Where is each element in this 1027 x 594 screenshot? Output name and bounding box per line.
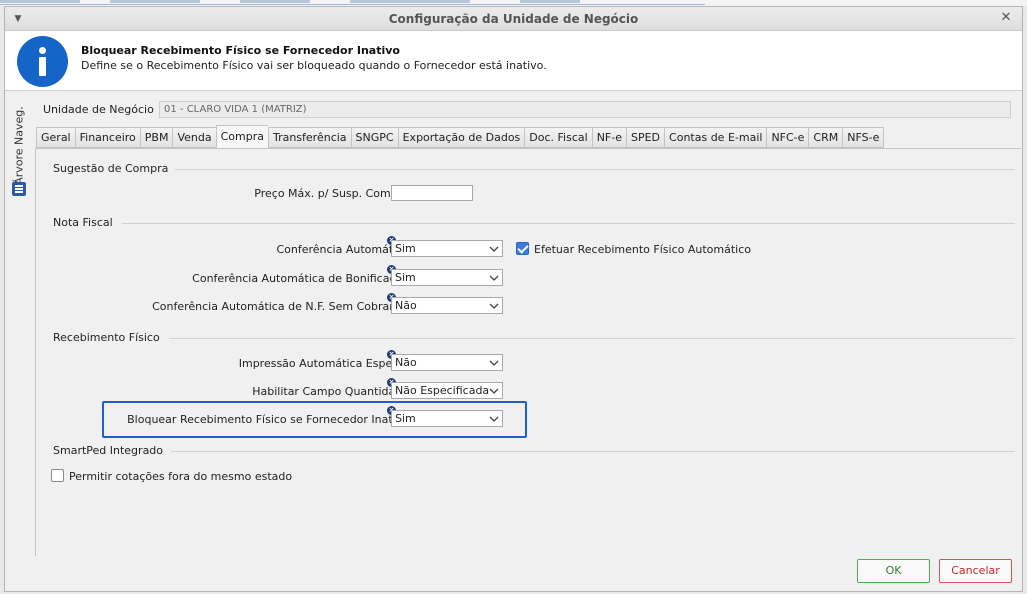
chevron-down-icon [489, 246, 499, 252]
conf-nf-select[interactable]: Não [391, 297, 503, 314]
tab-contas-de-e-mail[interactable]: Contas de E-mail [664, 127, 767, 148]
cancel-button[interactable]: Cancelar [939, 559, 1012, 583]
tab-nfs-e[interactable]: NFS-e [842, 127, 885, 148]
chevron-down-icon [489, 360, 499, 366]
habilitar-select[interactable]: Não Especificada [391, 382, 503, 399]
navigation-tree-label: Árvore Naveg. [12, 106, 26, 185]
title-bar: ▼ Configuração da Unidade de Negócio ✕ [5, 7, 1022, 31]
banner-description: Define se o Recebimento Físico vai ser b… [81, 59, 547, 72]
tab-geral[interactable]: Geral [36, 127, 75, 148]
section-divider [175, 169, 1015, 170]
conf-bonif-value: Sim [395, 271, 416, 284]
tab-bar: Geral Financeiro PBM Venda Compra Transferênc… [36, 125, 885, 148]
tab-nf-e[interactable]: NF-e [591, 127, 626, 148]
bloquear-value: Sim [395, 412, 416, 425]
section-title-nota-fiscal: Nota Fiscal [53, 216, 113, 229]
section-title-smartped: SmartPed Integrado [53, 444, 164, 457]
bloquear-label: Bloquear Recebimento Físico se Fornecedo… [127, 413, 409, 426]
config-dialog: ▼ Configuração da Unidade de Negócio ✕ B… [4, 6, 1023, 592]
business-unit-field: 01 - CLARO VIDA 1 (MATRIZ) [159, 101, 1011, 118]
tab-sped[interactable]: SPED [625, 127, 665, 148]
chevron-down-icon [489, 416, 499, 422]
conf-nf-value: Não [395, 299, 417, 312]
impressao-label: Impressão Automática Espelho [238, 357, 409, 370]
navigation-tree-toggle[interactable]: Árvore Naveg. [9, 97, 29, 207]
close-icon[interactable]: ✕ [998, 10, 1014, 26]
section-divider [171, 451, 1015, 452]
chevron-down-icon [489, 303, 499, 309]
window-title: Configuração da Unidade de Negócio [388, 12, 639, 26]
chevron-down-icon [489, 275, 499, 281]
permitir-checkbox[interactable] [51, 469, 64, 482]
habilitar-value: Não Especificada [395, 384, 490, 397]
tab-transferencia[interactable]: Transferência [267, 127, 351, 148]
bloquear-select[interactable]: Sim [391, 410, 503, 427]
tab-sngpc[interactable]: SNGPC [350, 127, 398, 148]
conf-auto-value: Sim [395, 242, 416, 255]
habilitar-label: Habilitar Campo Quantidade [252, 385, 409, 398]
impressao-select[interactable]: Não [391, 354, 503, 371]
ok-button[interactable]: OK [857, 559, 930, 583]
info-banner: Bloquear Recebimento Físico se Fornecedo… [5, 31, 1022, 91]
business-unit-label: Unidade de Negócio [43, 103, 154, 116]
efetuar-label: Efetuar Recebimento Físico Automático [534, 243, 751, 256]
preco-max-input[interactable] [391, 185, 473, 201]
section-divider [122, 223, 1015, 224]
section-title-sugestao: Sugestão de Compra [53, 162, 169, 175]
conf-nf-label: Conferência Automática de N.F. Sem Cobra… [152, 300, 409, 313]
conf-bonif-label: Conferência Automática de Bonificação [192, 272, 409, 285]
tab-financeiro[interactable]: Financeiro [74, 127, 140, 148]
section-divider [169, 338, 1015, 339]
banner-title: Bloquear Recebimento Físico se Fornecedo… [81, 44, 400, 57]
preco-max-label: Preço Máx. p/ Susp. Compra [254, 187, 409, 200]
background-window-edge [0, 0, 705, 5]
tab-nfc-e[interactable]: NFC-e [766, 127, 809, 148]
tab-doc-fiscal[interactable]: Doc. Fiscal [524, 127, 592, 148]
section-title-recebimento: Recebimento Físico [53, 331, 160, 344]
conf-auto-label: Conferência Automática [276, 243, 409, 256]
conf-bonif-select[interactable]: Sim [391, 269, 503, 286]
tab-content-compra: Sugestão de Compra Preço Máx. p/ Susp. C… [35, 148, 1021, 556]
permitir-label: Permitir cotações fora do mesmo estado [69, 470, 293, 483]
efetuar-checkbox[interactable] [516, 242, 529, 255]
tab-venda[interactable]: Venda [172, 127, 216, 148]
tab-pbm[interactable]: PBM [139, 127, 173, 148]
impressao-value: Não [395, 356, 417, 369]
tab-exportacao-de-dados[interactable]: Exportação de Dados [397, 127, 525, 148]
conf-auto-select[interactable]: Sim [391, 240, 503, 257]
tree-icon[interactable] [12, 182, 26, 196]
tab-compra[interactable]: Compra [215, 125, 268, 148]
chevron-down-icon [489, 388, 499, 394]
tab-crm[interactable]: CRM [808, 127, 843, 148]
info-icon [17, 36, 68, 87]
